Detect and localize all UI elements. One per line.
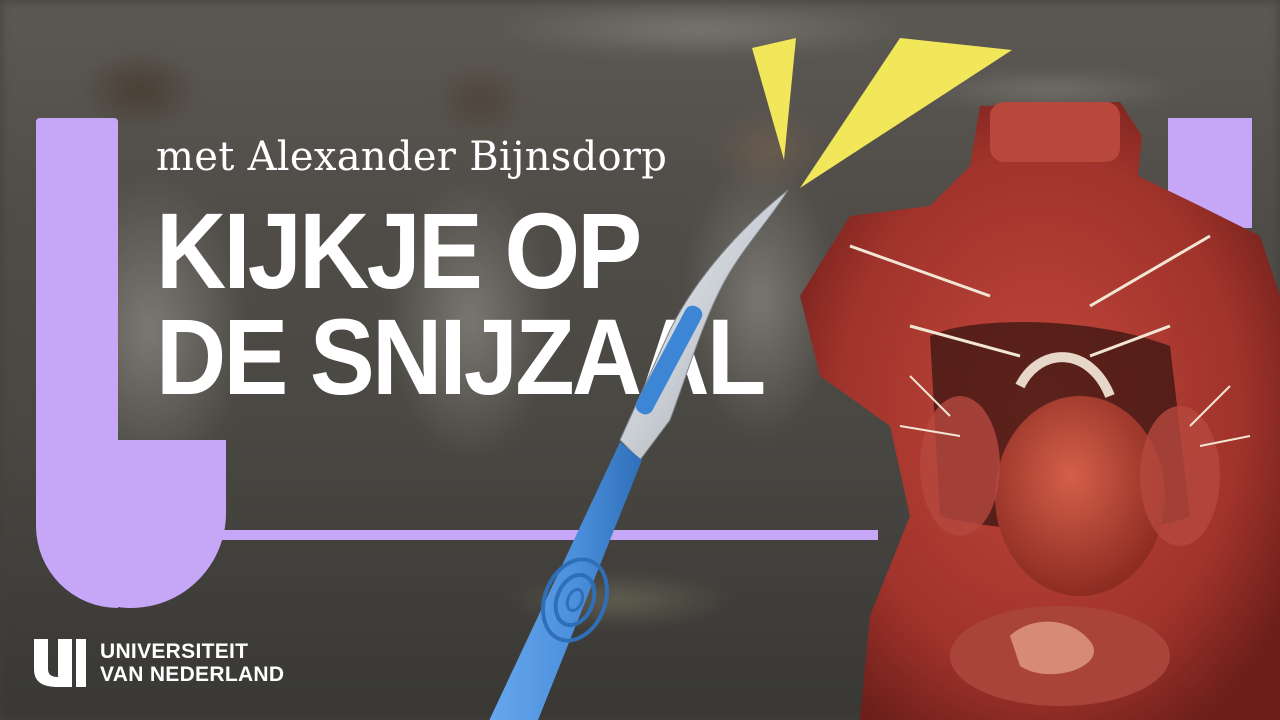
anatomy-specimen bbox=[800, 102, 1280, 720]
logo-text: UNIVERSITEIT VAN NEDERLAND bbox=[100, 640, 284, 686]
subtitle: met Alexander Bijnsdorp bbox=[156, 134, 668, 180]
logo-line-2: VAN NEDERLAND bbox=[100, 663, 285, 686]
thumbnail: met Alexander Bijnsdorp KIJKJE OP DE SNI… bbox=[0, 0, 1280, 720]
purple-frame-left bbox=[36, 118, 118, 608]
scalpel-icon bbox=[489, 189, 789, 720]
universiteit-van-nederland-logo[interactable]: UNIVERSITEIT VAN NEDERLAND bbox=[32, 637, 284, 689]
u-logo-icon bbox=[34, 639, 86, 687]
logo-line-1: UNIVERSITEIT bbox=[100, 640, 249, 663]
